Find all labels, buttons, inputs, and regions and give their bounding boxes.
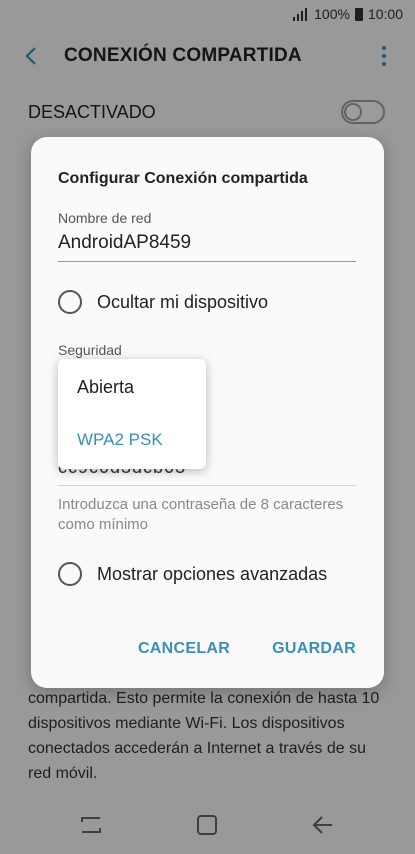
- security-dropdown: Abierta WPA2 PSK: [58, 359, 206, 469]
- password-hint: Introduzca una contraseña de 8 caractere…: [58, 496, 344, 533]
- advanced-options-option[interactable]: Mostrar opciones avanzadas: [58, 562, 327, 586]
- save-button[interactable]: GUARDAR: [272, 640, 356, 658]
- advanced-options-radio[interactable]: [58, 562, 82, 586]
- network-name-field[interactable]: AndroidAP8459: [58, 232, 191, 254]
- advanced-options-label: Mostrar opciones avanzadas: [97, 563, 328, 584]
- network-name-underline: [58, 261, 356, 262]
- hide-device-label: Ocultar mi dispositivo: [97, 291, 269, 312]
- security-label: Seguridad: [58, 342, 122, 358]
- security-option-wpa2[interactable]: WPA2 PSK: [77, 430, 163, 450]
- cancel-button[interactable]: CANCELAR: [138, 640, 230, 658]
- hide-device-radio[interactable]: [58, 290, 82, 314]
- hide-device-option[interactable]: Ocultar mi dispositivo: [58, 290, 268, 314]
- dialog-title: Configurar Conexión compartida: [58, 170, 308, 187]
- dialog-actions: CANCELAR GUARDAR: [138, 640, 356, 658]
- password-underline: [58, 485, 356, 486]
- security-option-open[interactable]: Abierta: [77, 377, 134, 398]
- network-name-label: Nombre de red: [58, 210, 152, 226]
